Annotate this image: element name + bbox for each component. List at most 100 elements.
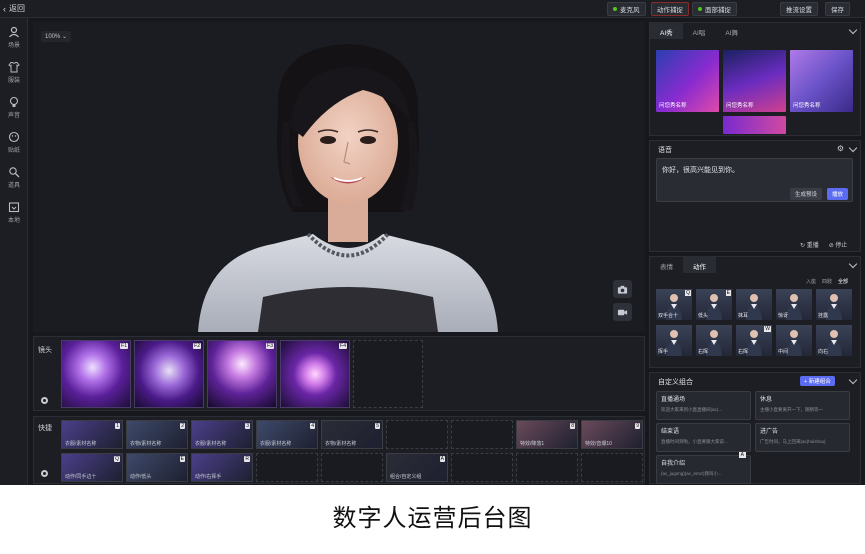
- generate-preset-button[interactable]: 生成预设: [790, 188, 823, 200]
- combo-item-desc: 主播小直要离开一下，随稍等一: [760, 407, 823, 412]
- person-icon: [9, 26, 19, 38]
- quick-slot[interactable]: 5 衣物/素材名称: [321, 420, 383, 449]
- quick-settings-gear-icon[interactable]: [41, 470, 48, 477]
- sidebar-item-clothing[interactable]: 服装: [0, 61, 28, 95]
- action-item[interactable]: W 右挥: [736, 325, 772, 356]
- snapshot-button[interactable]: [613, 280, 632, 298]
- voice-controls: ↻ 重播 ⊘ 停止: [800, 240, 847, 249]
- zoom-dropdown[interactable]: 100% ⌄: [41, 31, 72, 42]
- save-button[interactable]: 保存: [825, 2, 850, 16]
- tab-action[interactable]: 动作: [683, 257, 716, 273]
- quick-empty-slot[interactable]: [256, 453, 318, 482]
- tab-expression[interactable]: 表情: [650, 257, 683, 273]
- hotkey-badge: 8: [570, 423, 575, 429]
- action-item[interactable]: 向右: [816, 325, 852, 356]
- mic-button[interactable]: 麦克风: [607, 2, 646, 16]
- sidebar-item-sticker[interactable]: 贴纸: [0, 131, 28, 165]
- filter-all[interactable]: 全部: [838, 278, 848, 285]
- back-button[interactable]: ‹ 返回: [3, 3, 25, 14]
- combo-item[interactable]: 结束语 直播时间到啦，小直要跟大家说...: [656, 423, 751, 452]
- ai-show-item[interactable]: 问您秀名称: [790, 50, 853, 112]
- quick-slot-label: 动作/低头: [130, 474, 152, 480]
- quick-empty-slot[interactable]: [321, 453, 383, 482]
- action-item[interactable]: 抹耳: [736, 289, 772, 320]
- quick-empty-slot[interactable]: [516, 453, 578, 482]
- voice-text-input[interactable]: 你好，很高兴能见到你。 生成预设 播放: [656, 158, 853, 202]
- record-button[interactable]: [613, 303, 632, 321]
- action-item[interactable]: 挂露: [816, 289, 852, 320]
- action-capture-button[interactable]: 动作捕捉: [651, 2, 689, 16]
- quick-slot[interactable]: 4 衣服/素材名称: [256, 420, 318, 449]
- action-item-label: 挥手: [658, 349, 669, 355]
- combo-item[interactable]: 自我介绍 (ac_jugong)(ac_error)我叫小... A: [656, 452, 751, 484]
- quick-slot[interactable]: R 动作/右挥手: [191, 453, 253, 482]
- stream-settings-label: 推流设置: [786, 7, 812, 14]
- action-item[interactable]: 右挥: [696, 325, 732, 356]
- voice-icon: [9, 96, 19, 107]
- lens-thumb[interactable]: F3: [207, 340, 277, 408]
- hotkey-badge: 2: [180, 423, 185, 429]
- action-item[interactable]: 中间: [776, 325, 812, 356]
- sidebar-item-props[interactable]: 道具: [0, 166, 28, 200]
- lens-label: 镜头: [38, 347, 52, 354]
- quick-slot[interactable]: 9 特效/音爆10: [581, 420, 643, 449]
- quick-empty-slot[interactable]: [451, 453, 513, 482]
- quick-slot-label: 动作/同手边十: [65, 474, 97, 480]
- digital-avatar: [198, 44, 498, 332]
- voice-title: 语音: [658, 147, 672, 154]
- quick-slot[interactable]: Q 动作/同手边十: [61, 453, 123, 482]
- tab-ai-dance[interactable]: AI舞: [715, 23, 748, 39]
- preview-stage[interactable]: 100% ⌄: [33, 22, 645, 332]
- filter-seated[interactable]: 入座: [806, 278, 816, 285]
- quick-slot[interactable]: 2 衣物/素材名称: [126, 420, 188, 449]
- tab-ai-show[interactable]: AI秀: [650, 23, 683, 39]
- chevron-down-icon[interactable]: [848, 143, 858, 153]
- lens-thumb[interactable]: F2: [134, 340, 204, 408]
- sidebar-item-voice[interactable]: 声音: [0, 96, 28, 130]
- combo-item-desc: 欢迎大家来到小直直播间(ac)...: [661, 407, 722, 412]
- chevron-down-icon[interactable]: [848, 25, 858, 35]
- combo-item[interactable]: 休息 主播小直要离开一下，随稍等一: [755, 391, 850, 420]
- lens-thumb[interactable]: F1: [61, 340, 131, 408]
- filter-limbs[interactable]: 四肢: [822, 278, 832, 285]
- action-item[interactable]: Q 双手合十: [656, 289, 692, 320]
- quick-slot[interactable]: A 组合/自定义组: [386, 453, 448, 482]
- face-capture-button[interactable]: 面部捕捉: [692, 2, 737, 16]
- quick-empty-slot[interactable]: [386, 420, 448, 449]
- shirt-icon: [8, 62, 20, 73]
- action-item[interactable]: 惊讶: [776, 289, 812, 320]
- ai-panel: AI秀 AI唱 AI舞 问您秀名称 问您秀名称 问您秀名称: [649, 22, 861, 136]
- camera-icon: [617, 285, 628, 294]
- chevron-down-icon[interactable]: [848, 375, 858, 385]
- combo-item[interactable]: 直播通场 欢迎大家来到小直直播间(ac)...: [656, 391, 751, 420]
- action-item[interactable]: E 低头: [696, 289, 732, 320]
- tab-ai-sing[interactable]: AI唱: [683, 23, 716, 39]
- lens-thumb[interactable]: F4: [280, 340, 350, 408]
- ai-show-item[interactable]: 问您秀名称: [723, 50, 786, 112]
- lens-settings-gear-icon[interactable]: [41, 397, 48, 404]
- quick-slot[interactable]: 1 衣服/素材名称: [61, 420, 123, 449]
- settings-gear-icon[interactable]: ⚙: [837, 144, 844, 153]
- ai-show-item[interactable]: [723, 116, 786, 134]
- lens-empty-slot[interactable]: [353, 340, 423, 408]
- quick-slot[interactable]: 8 特效/降落1: [516, 420, 578, 449]
- stream-settings-button[interactable]: 推流设置: [780, 2, 818, 16]
- quick-empty-slot[interactable]: [581, 453, 643, 482]
- new-combo-button[interactable]: + 新建组合: [800, 376, 835, 386]
- chevron-down-icon[interactable]: [848, 259, 858, 269]
- combo-item[interactable]: 进广告 广告时间，马上回来(ac)huishou): [755, 423, 850, 452]
- combo-item-desc: 广告时间，马上回来(ac)huishou): [760, 439, 826, 444]
- ai-show-item[interactable]: 问您秀名称: [656, 50, 719, 112]
- quick-slot[interactable]: 3 衣服/素材名称: [191, 420, 253, 449]
- action-item[interactable]: 挥手: [656, 325, 692, 356]
- action-item-label: 右挥: [738, 349, 749, 355]
- quick-slot[interactable]: E 动作/低头: [126, 453, 188, 482]
- sidebar-item-local[interactable]: 本地: [0, 201, 28, 235]
- play-button[interactable]: 播放: [827, 188, 849, 200]
- quick-empty-slot[interactable]: [451, 420, 513, 449]
- hotkey-badge: 9: [635, 423, 640, 429]
- replay-button[interactable]: ↻ 重播: [800, 240, 819, 249]
- stop-button[interactable]: ⊘ 停止: [829, 240, 848, 249]
- combo-item-title: 自我介绍: [661, 461, 686, 467]
- sidebar-item-scene[interactable]: 场景: [0, 26, 28, 60]
